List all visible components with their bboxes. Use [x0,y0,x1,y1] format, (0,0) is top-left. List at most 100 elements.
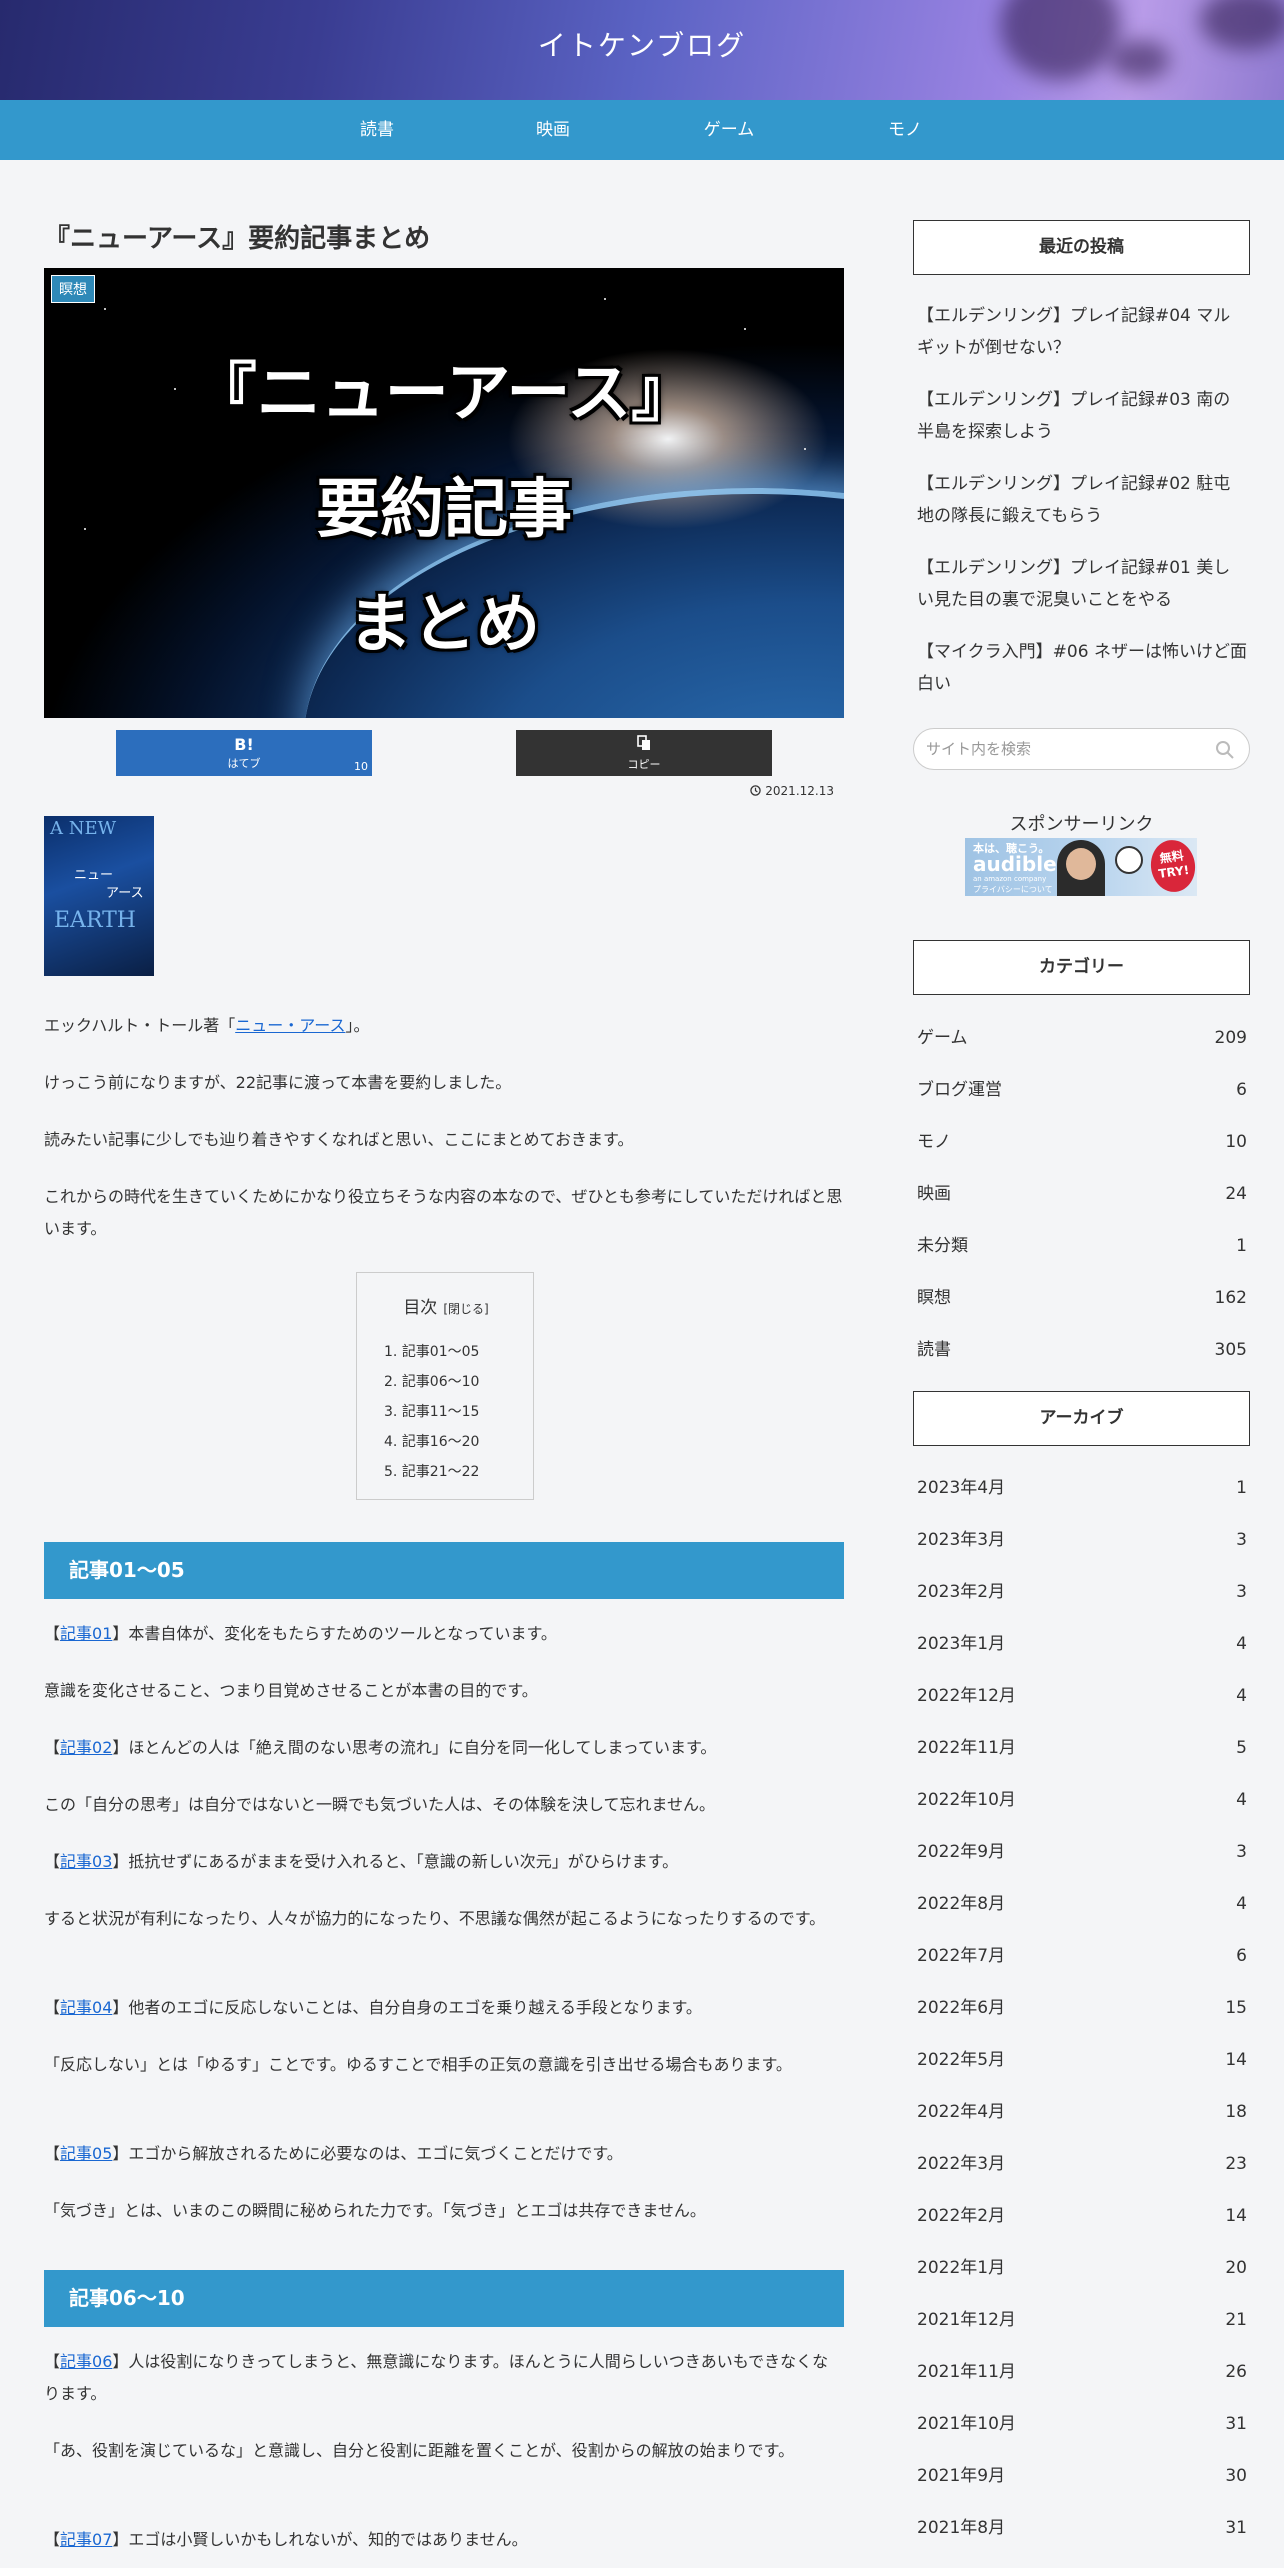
category-item[interactable]: 瞑想 162 [917,1278,1247,1318]
archive-item-count: 3 [1236,1530,1247,1550]
article-link[interactable]: 記事07 [60,2530,112,2549]
nav-item-things[interactable]: モノ [817,100,993,160]
recent-post-link[interactable]: 【エルデンリング】プレイ記録#02 駐屯地の隊長に鍛えてもらう [917,468,1247,532]
summary-text: 他者のエゴに反応しないことは、自分自身のエゴを乗り越える手段となります。 [128,1998,702,2017]
paragraph: 読みたい記事に少しでも辿り着きやすくなればと思い、ここにまとめておきます。 [44,1130,634,1149]
article-link[interactable]: 記事01 [60,1624,112,1643]
category-item[interactable]: ゲーム 209 [917,1018,1247,1058]
archive-item[interactable]: 2022年5月 14 [917,2040,1247,2080]
copy-button[interactable]: コピー [516,730,772,776]
toc-item-label: 記事01〜05 [401,1344,480,1360]
post-date: 2021.12.13 [750,784,834,798]
section-heading: 記事06〜10 [44,2270,844,2327]
summary-text: ほとんどの人は「絶え間のない思考の流れ」に自分を同一化してしまっています。 [128,1738,717,1757]
archive-item[interactable]: 2023年4月 1 [917,1468,1247,1508]
book-link[interactable]: ニュー・アース [235,1016,345,1035]
article-link[interactable]: 記事04 [60,1998,112,2017]
archive-item[interactable]: 2021年10月 31 [917,2404,1247,2444]
hatena-icon: B! [234,735,254,754]
archive-item-count: 4 [1236,1894,1247,1914]
category-item-label: ブログ運営 [917,1080,1002,1100]
toc-item[interactable]: 3. 記事11〜15 [384,1401,479,1421]
archive-item-count: 30 [1225,2466,1247,2486]
archive-item-label: 2021年11月 [917,2362,1016,2382]
recent-post-link[interactable]: 【エルデンリング】プレイ記録#01 美しい見た目の裏で泥臭いことをやる [917,552,1247,616]
category-item[interactable]: ブログ運営 6 [917,1070,1247,1110]
category-item-count: 209 [1214,1028,1247,1048]
article-link[interactable]: 記事02 [60,1738,112,1757]
category-item-count: 10 [1225,1132,1247,1152]
archive-item[interactable]: 2023年2月 3 [917,1572,1247,1612]
sponsor-label: スポンサーリンク [1009,814,1154,835]
recent-post-link[interactable]: 【エルデンリング】プレイ記録#04 マルギットが倒せない？ [917,300,1247,364]
hatena-label: はてブ [227,757,261,770]
toc-item[interactable]: 1. 記事01〜05 [384,1341,479,1361]
archive-item-label: 2021年8月 [917,2518,1006,2538]
summary-item: 【記事03】抵抗せずにあるがままを受け入れると、「意識の新しい次元」がひらけます… [44,1852,679,1871]
book-cover-image[interactable]: A NEW ニュー アース EARTH [44,816,154,976]
archive-item-count: 5 [1236,1738,1247,1758]
toc-item[interactable]: 5. 記事21〜22 [384,1461,479,1481]
toc-toggle[interactable]: [閉じる] [443,1302,488,1316]
hatena-share-button[interactable]: B! はてブ 10 [116,730,372,776]
archive-item[interactable]: 2022年2月 14 [917,2196,1247,2236]
category-label[interactable]: 瞑想 [51,275,95,303]
toc-item[interactable]: 2. 記事06〜10 [384,1371,479,1391]
archive-item[interactable]: 2021年11月 26 [917,2352,1247,2392]
archive-item[interactable]: 2022年10月 4 [917,1780,1247,1820]
archive-item-count: 18 [1225,2102,1247,2122]
archive-item[interactable]: 2021年12月 21 [917,2300,1247,2340]
archive-item[interactable]: 2023年1月 4 [917,1624,1247,1664]
article-link[interactable]: 記事03 [60,1852,112,1871]
category-item[interactable]: モノ 10 [917,1122,1247,1162]
article-link[interactable]: 記事05 [60,2144,112,2163]
search-icon[interactable] [1215,740,1235,760]
article-link[interactable]: 記事06 [60,2352,112,2371]
category-item[interactable]: 読書 305 [917,1330,1247,1370]
archive-item[interactable]: 2021年9月 30 [917,2456,1247,2496]
archive-item[interactable]: 2022年9月 3 [917,1832,1247,1872]
archive-item[interactable]: 2022年6月 15 [917,1988,1247,2028]
copy-icon [516,730,772,755]
recent-post-link[interactable]: 【エルデンリング】プレイ記録#03 南の半島を探索しよう [917,384,1247,448]
nav-item-movies[interactable]: 映画 [465,100,641,160]
ad-privacy[interactable]: プライバシーについて [973,884,1053,895]
eyecatch-image: 瞑想 『ニューアース』 要約記事 まとめ [44,268,844,718]
toc-item[interactable]: 4. 記事16〜20 [384,1431,479,1451]
archive-item-label: 2022年2月 [917,2206,1006,2226]
recent-post-link[interactable]: 【マイクラ入門】#06 ネザーは怖いけど面白い [917,636,1247,700]
archive-item[interactable]: 2022年3月 23 [917,2144,1247,2184]
audible-ad-banner[interactable]: 本は、聴こう。 audible an amazon company プライバシー… [965,838,1197,896]
archive-item[interactable]: 2021年8月 31 [917,2508,1247,2548]
site-title[interactable]: イトケンブログ [0,24,1284,64]
archive-item-count: 31 [1225,2414,1247,2434]
archive-item[interactable]: 2022年4月 18 [917,2092,1247,2132]
paragraph: すると状況が有利になったり、人々が協力的になったり、不思議な偶然が起こるようにな… [44,1909,826,1928]
summary-item: 【記事05】エゴから解放されるために必要なのは、エゴに気づくことだけです。 [44,2144,623,2163]
nav-item-games[interactable]: ゲーム [641,100,817,160]
archive-item[interactable]: 2022年12月 4 [917,1676,1247,1716]
global-nav: 読書 映画 ゲーム モノ [0,100,1284,160]
category-item-count: 305 [1214,1340,1247,1360]
search-input[interactable] [926,737,1206,761]
free-trial-badge: 無料 TRY! [1147,838,1197,895]
archive-item[interactable]: 2022年8月 4 [917,1884,1247,1924]
archive-item[interactable]: 2022年11月 5 [917,1728,1247,1768]
toc-heading: 目次 [403,1298,438,1318]
archive-item[interactable]: 2022年1月 20 [917,2248,1247,2288]
archive-item-count: 4 [1236,1686,1247,1706]
summary-item: 【記事02】ほとんどの人は「絶え間のない思考の流れ」に自分を同一化してしまってい… [44,1738,717,1757]
category-item[interactable]: 未分類 1 [917,1226,1247,1266]
entry-title: 『ニューアース』要約記事まとめ [44,224,431,254]
archive-item-count: 3 [1236,1582,1247,1602]
category-item[interactable]: 映画 24 [917,1174,1247,1214]
category-item-label: ゲーム [917,1028,968,1048]
archive-item[interactable]: 2022年7月 6 [917,1936,1247,1976]
archive-item[interactable]: 2023年3月 3 [917,1520,1247,1560]
star [604,298,606,300]
intro-text: エックハルト・トール著「 [44,1016,236,1035]
toc-title: 目次 [閉じる] [357,1293,535,1318]
nav-item-books[interactable]: 読書 [289,100,465,160]
category-item-count: 1 [1236,1236,1247,1256]
archive-item-label: 2022年11月 [917,1738,1016,1758]
